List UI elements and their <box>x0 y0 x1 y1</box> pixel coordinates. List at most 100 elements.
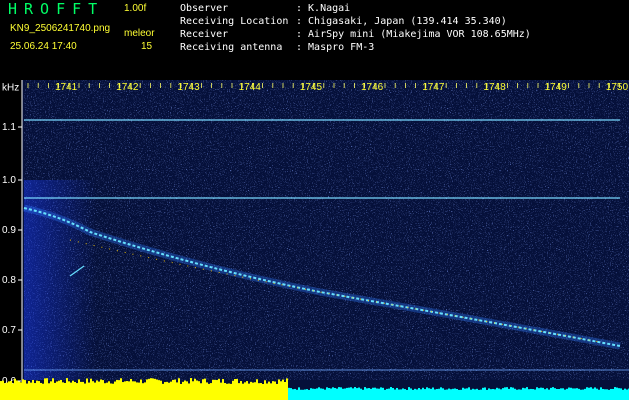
location-label: Receiving Location <box>180 16 289 27</box>
level-spike <box>262 383 264 386</box>
level-spike <box>84 383 86 386</box>
level-spike <box>18 381 20 386</box>
level-spike <box>554 388 556 391</box>
level-spike <box>504 387 506 391</box>
level-spike <box>294 388 296 391</box>
level-spike <box>56 381 58 386</box>
time-tick-label: 1747 <box>422 82 445 93</box>
level-spike <box>578 388 580 391</box>
level-spike <box>218 378 220 386</box>
level-spike <box>32 379 34 386</box>
level-spike <box>518 389 520 391</box>
level-spike <box>256 379 258 386</box>
level-spike <box>360 388 362 391</box>
level-spike <box>566 388 568 391</box>
level-spike <box>358 387 360 391</box>
level-spike <box>514 388 516 391</box>
y-tick-label: 0.7 <box>2 325 16 336</box>
level-spike <box>384 389 386 391</box>
level-spike <box>380 387 382 391</box>
level-spike <box>434 389 436 391</box>
level-spike <box>534 389 536 391</box>
level-spike <box>620 388 622 391</box>
time-tick-label: 1743 <box>177 82 200 93</box>
level-spike <box>94 382 96 386</box>
level-spike <box>46 378 48 386</box>
level-spike <box>4 383 6 386</box>
level-spike <box>142 383 144 386</box>
level-spike <box>424 389 426 391</box>
level-spike <box>482 387 484 391</box>
level-spike <box>422 387 424 391</box>
level-spike <box>44 378 46 386</box>
level-spike <box>280 381 282 386</box>
level-spike <box>396 387 398 391</box>
receiver-label: Receiver <box>180 29 229 40</box>
level-spike <box>96 380 98 386</box>
level-spike <box>60 379 62 386</box>
level-spike <box>150 378 152 386</box>
level-spike <box>212 379 214 386</box>
level-spike <box>466 388 468 391</box>
level-spike <box>62 382 64 386</box>
level-spike <box>344 388 346 391</box>
level-spike <box>248 383 250 386</box>
level-spike <box>2 380 4 386</box>
level-spike <box>570 387 572 391</box>
level-spike <box>476 388 478 391</box>
y-tick-label: 0.8 <box>2 275 16 286</box>
level-spike <box>350 387 352 391</box>
level-spike <box>68 381 70 386</box>
level-spike <box>352 388 354 391</box>
level-spike <box>298 387 300 391</box>
level-spike <box>560 388 562 391</box>
level-spike <box>314 388 316 391</box>
level-spike <box>158 380 160 386</box>
level-spike <box>322 388 324 391</box>
level-spike <box>462 387 464 391</box>
level-spike <box>276 383 278 386</box>
y-tick-label: 1.0 <box>2 175 16 186</box>
level-spike <box>164 382 166 386</box>
level-spike <box>204 378 206 386</box>
level-spike <box>300 389 302 391</box>
level-bar-right <box>288 391 629 400</box>
level-spike <box>588 387 590 391</box>
level-spike <box>582 389 584 391</box>
level-spike <box>242 383 244 386</box>
level-spike <box>420 389 422 391</box>
level-spike <box>168 382 170 386</box>
level-spike <box>326 387 328 391</box>
level-spike <box>10 380 12 386</box>
level-spike <box>404 389 406 391</box>
level-spike <box>90 378 92 386</box>
level-spike <box>478 389 480 391</box>
level-spike <box>252 382 254 386</box>
filename-label: KN9_2506241740.png <box>10 23 111 34</box>
level-spike <box>342 388 344 391</box>
level-spike <box>36 380 38 386</box>
level-spike <box>288 387 290 391</box>
level-spike <box>38 381 40 386</box>
level-spike <box>470 389 472 391</box>
level-spike <box>14 378 16 386</box>
level-spike <box>208 383 210 386</box>
level-spike <box>568 387 570 391</box>
level-spike <box>118 380 120 386</box>
level-spike <box>236 378 238 386</box>
level-spike <box>454 388 456 391</box>
y-tick-label: 1.1 <box>2 122 16 133</box>
level-spike <box>596 388 598 391</box>
level-spike <box>490 389 492 391</box>
level-spike <box>386 388 388 391</box>
level-spike <box>244 382 246 386</box>
level-spike <box>80 381 82 386</box>
level-spike <box>34 383 36 386</box>
level-spike <box>12 383 14 386</box>
level-spike <box>138 382 140 386</box>
level-spike <box>520 389 522 391</box>
level-spike <box>176 382 178 386</box>
level-spike <box>502 388 504 391</box>
level-spike <box>210 383 212 386</box>
level-spike <box>308 389 310 391</box>
